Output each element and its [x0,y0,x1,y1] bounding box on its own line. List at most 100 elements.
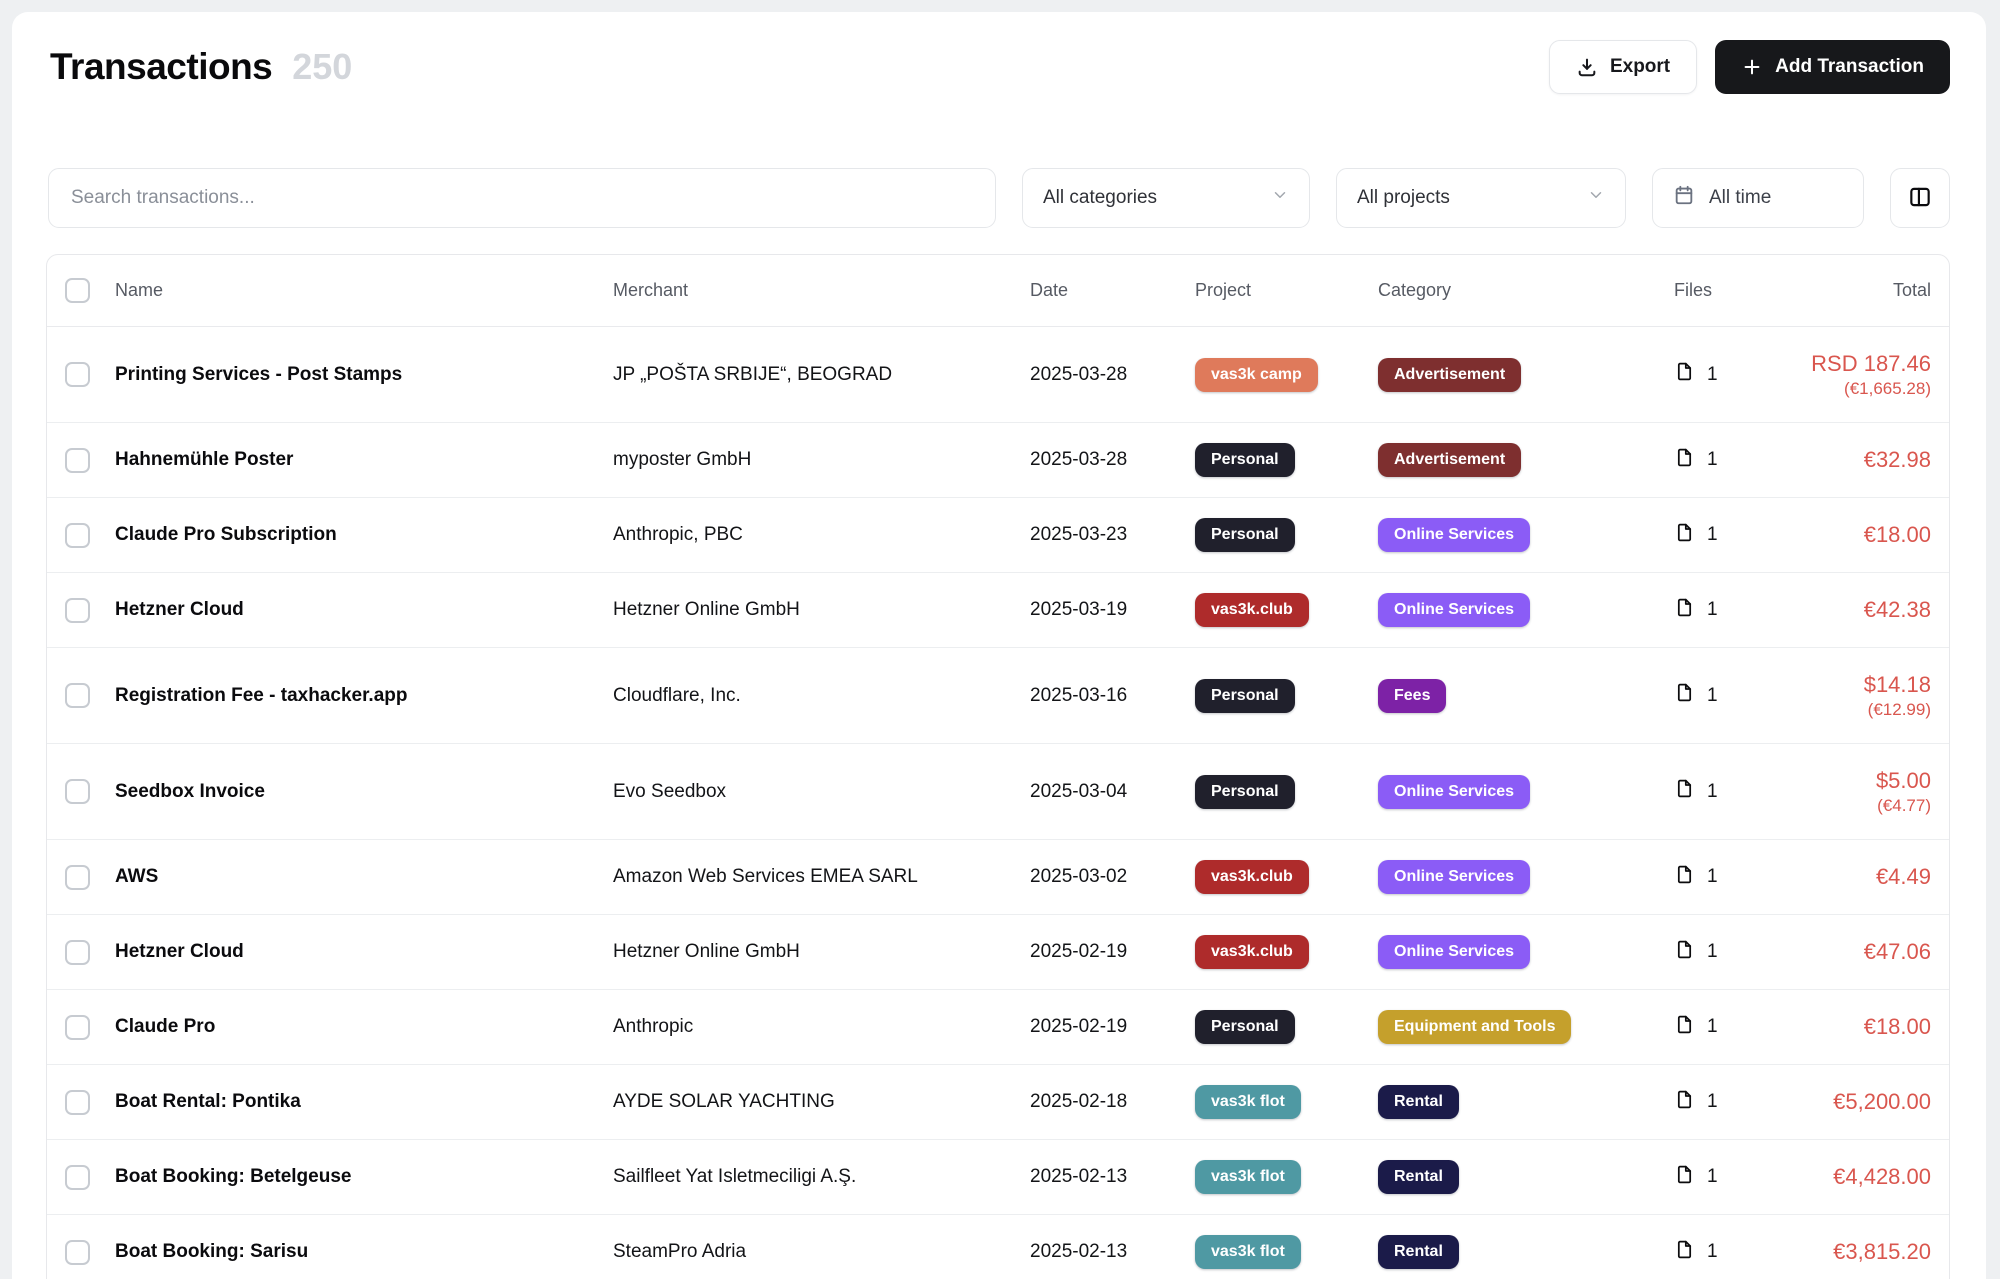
total-amount: RSD 187.46 [1775,350,1931,378]
files-cell: 1 [1660,864,1775,891]
row-checkbox-cell [47,940,115,965]
files-cell: 1 [1660,778,1775,805]
row-checkbox[interactable] [65,448,90,473]
row-checkbox[interactable] [65,1240,90,1265]
files-count: 1 [1707,364,1718,386]
total-amount: €18.00 [1775,521,1931,549]
files-count: 1 [1707,866,1718,888]
transaction-date: 2025-02-18 [1030,1091,1195,1113]
transaction-date: 2025-03-04 [1030,781,1195,803]
project-badge: Personal [1195,679,1295,713]
category-badge: Advertisement [1378,443,1521,477]
table-row[interactable]: Boat Booking: Betelgeuse Sailfleet Yat I… [47,1140,1949,1215]
search-input[interactable] [48,168,996,228]
transaction-merchant: myposter GmbH [613,449,1030,471]
category-cell: Rental [1378,1235,1660,1269]
column-header-merchant: Merchant [613,280,1030,301]
date-range-button[interactable]: All time [1652,168,1864,228]
select-all-checkbox[interactable] [65,278,90,303]
project-cell: Personal [1195,518,1378,552]
row-checkbox[interactable] [65,940,90,965]
chevron-down-icon [1587,186,1605,210]
total-cell: RSD 187.46 (€1,665.28) [1775,350,1949,399]
plus-icon [1741,56,1763,78]
row-checkbox[interactable] [65,683,90,708]
add-transaction-button[interactable]: Add Transaction [1715,40,1950,94]
total-cell: €4.49 [1775,863,1949,891]
project-badge: vas3k.club [1195,593,1309,627]
transaction-date: 2025-03-28 [1030,364,1195,386]
table-row[interactable]: Printing Services - Post Stamps JP „POŠT… [47,327,1949,423]
table-row[interactable]: Boat Rental: Pontika AYDE SOLAR YACHTING… [47,1065,1949,1140]
categories-select[interactable]: All categories [1022,168,1310,228]
page-title: Transactions [50,46,272,88]
project-badge: vas3k.club [1195,935,1309,969]
category-cell: Online Services [1378,860,1660,894]
file-icon [1674,597,1695,624]
total-cell: €18.00 [1775,521,1949,549]
transaction-name: Claude Pro Subscription [115,524,613,546]
column-header-files: Files [1660,280,1775,301]
filters-bar: All categories All projects All time [36,168,1962,228]
table-row[interactable]: Seedbox Invoice Evo Seedbox 2025-03-04 P… [47,744,1949,840]
project-badge: Personal [1195,443,1295,477]
files-count: 1 [1707,599,1718,621]
row-checkbox[interactable] [65,1015,90,1040]
total-amount: €4.49 [1775,863,1931,891]
total-amount: €5,200.00 [1775,1088,1931,1116]
export-button[interactable]: Export [1549,40,1697,94]
projects-select[interactable]: All projects [1336,168,1626,228]
row-checkbox[interactable] [65,362,90,387]
table-row[interactable]: Hetzner Cloud Hetzner Online GmbH 2025-0… [47,915,1949,990]
category-cell: Online Services [1378,593,1660,627]
category-badge: Online Services [1378,935,1530,969]
table-row[interactable]: Claude Pro Anthropic 2025-02-19 Personal… [47,990,1949,1065]
table-row[interactable]: Registration Fee - taxhacker.app Cloudfl… [47,648,1949,744]
transaction-date: 2025-03-28 [1030,449,1195,471]
table-row[interactable]: Hetzner Cloud Hetzner Online GmbH 2025-0… [47,573,1949,648]
files-count: 1 [1707,449,1718,471]
project-badge: Personal [1195,775,1295,809]
project-cell: Personal [1195,775,1378,809]
project-cell: vas3k flot [1195,1160,1378,1194]
total-amount: $5.00 [1775,767,1931,795]
row-checkbox[interactable] [65,1165,90,1190]
transaction-date: 2025-03-02 [1030,866,1195,888]
project-badge: vas3k flot [1195,1085,1301,1119]
table-row[interactable]: Hahnemühle Poster myposter GmbH 2025-03-… [47,423,1949,498]
project-badge: Personal [1195,1010,1295,1044]
transaction-name: AWS [115,866,613,888]
column-settings-button[interactable] [1890,168,1950,228]
table-row[interactable]: Boat Booking: Sarisu SteamPro Adria 2025… [47,1215,1949,1279]
transaction-merchant: Hetzner Online GmbH [613,941,1030,963]
table-row[interactable]: AWS Amazon Web Services EMEA SARL 2025-0… [47,840,1949,915]
project-cell: Personal [1195,1010,1378,1044]
transaction-date: 2025-02-19 [1030,1016,1195,1038]
project-badge: vas3k camp [1195,358,1318,392]
transaction-date: 2025-03-19 [1030,599,1195,621]
row-checkbox[interactable] [65,523,90,548]
total-amount: €42.38 [1775,596,1931,624]
row-checkbox[interactable] [65,865,90,890]
select-all-cell [47,278,115,303]
category-badge: Online Services [1378,860,1530,894]
row-checkbox[interactable] [65,779,90,804]
transaction-name: Hetzner Cloud [115,599,613,621]
row-checkbox[interactable] [65,1090,90,1115]
project-cell: vas3k.club [1195,860,1378,894]
total-cell: €47.06 [1775,938,1949,966]
transaction-merchant: Amazon Web Services EMEA SARL [613,866,1030,888]
total-amount: €32.98 [1775,446,1931,474]
total-cell: €3,815.20 [1775,1238,1949,1266]
transactions-page: Transactions 250 Export Add Transaction [12,12,1986,1279]
categories-select-value: All categories [1043,187,1157,209]
row-checkbox[interactable] [65,598,90,623]
transaction-merchant: Anthropic [613,1016,1030,1038]
projects-select-value: All projects [1357,187,1450,209]
project-cell: Personal [1195,679,1378,713]
transaction-name: Boat Booking: Sarisu [115,1241,613,1263]
table-row[interactable]: Claude Pro Subscription Anthropic, PBC 2… [47,498,1949,573]
category-badge: Rental [1378,1085,1459,1119]
category-badge: Online Services [1378,775,1530,809]
category-cell: Advertisement [1378,443,1660,477]
